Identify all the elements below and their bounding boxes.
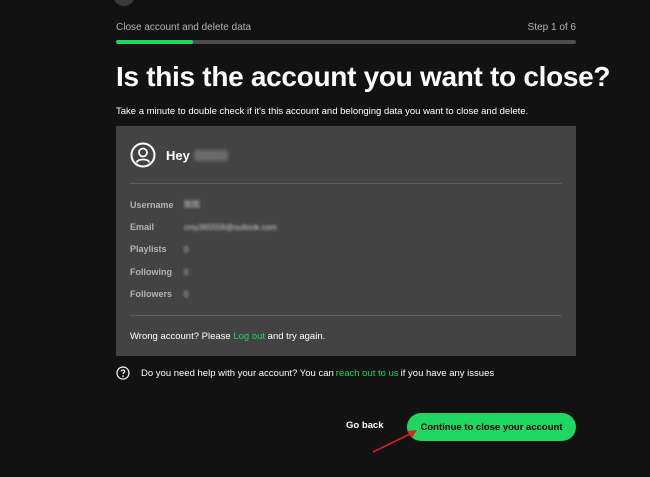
card-divider-top [130, 183, 562, 184]
account-card: Hey Username 图图 Email cmy365558@outlook.… [116, 126, 576, 356]
account-name-redacted [193, 149, 228, 161]
wrong-account-suffix: and try again. [265, 331, 326, 342]
info-row-following: Following 0 [130, 267, 188, 277]
close-account-page: Close account and delete data Step 1 of … [0, 0, 650, 477]
wrong-account-prefix: Wrong account? Please [130, 331, 234, 342]
section-label: Close account and delete data [116, 22, 252, 33]
progress-fill [116, 40, 193, 44]
help-prefix: Do you need help with your account? You … [141, 367, 334, 379]
wrong-account-text: Wrong account? Please Log out and try ag… [130, 331, 325, 342]
annotation-arrow-icon [372, 430, 417, 453]
info-label: Followers [130, 289, 173, 299]
step-indicator: Step 1 of 6 [527, 22, 576, 33]
info-label: Following [130, 267, 172, 277]
info-value: 0 [184, 244, 189, 254]
page-title: Is this the account you want to close? [116, 61, 611, 92]
info-label: Email [130, 222, 155, 232]
info-row-playlists: Playlists 0 [130, 244, 188, 254]
step-header: Close account and delete data Step 1 of … [116, 22, 576, 33]
greeting: Hey [166, 147, 190, 163]
card-divider-bottom [130, 315, 562, 316]
info-label: Playlists [130, 244, 167, 254]
continue-close-account-button[interactable]: Continue to close your account [407, 413, 576, 441]
info-value: 图图 [184, 200, 200, 209]
info-label: Username [130, 199, 174, 210]
info-value: 0 [184, 289, 189, 299]
help-icon [116, 366, 130, 380]
progress-bar [116, 40, 576, 44]
avatar[interactable] [113, 0, 135, 6]
help-suffix: if you have any issues [400, 367, 495, 379]
user-icon [130, 142, 156, 168]
card-header: Hey [130, 142, 228, 168]
reach-out-link[interactable]: reach out to us [336, 368, 399, 379]
info-row-username: Username 图图 [130, 199, 200, 210]
info-row-email: Email cmy365558@outlook.com [130, 222, 277, 232]
info-row-followers: Followers 0 [130, 289, 188, 299]
page-subtitle: Take a minute to double check if it's th… [116, 106, 529, 117]
help-row: Do you need help with your account? You … [116, 366, 494, 380]
info-value: cmy365558@outlook.com [184, 222, 277, 232]
log-out-link[interactable]: Log out [233, 331, 265, 342]
info-value: 0 [184, 267, 189, 277]
